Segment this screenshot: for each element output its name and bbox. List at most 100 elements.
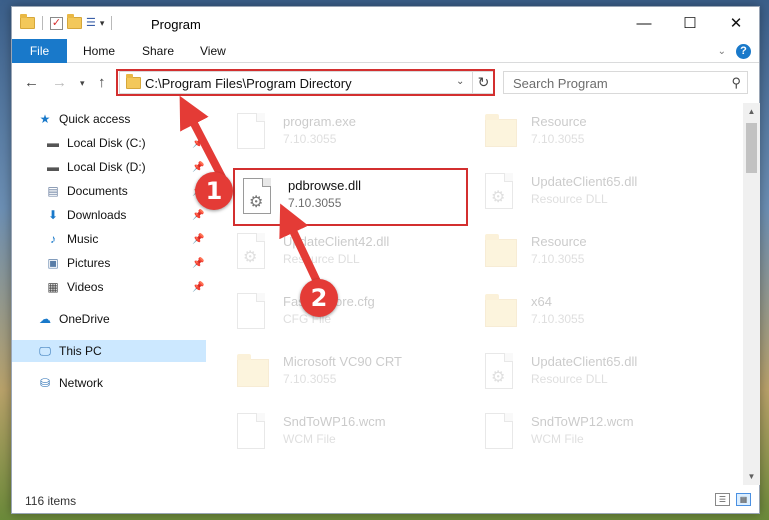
- folder-icon: [237, 353, 271, 393]
- file-name: UpdateClient65.dll: [531, 354, 638, 369]
- focused-file-highlight: ⚙ pdbrowse.dll 7.10.3055: [233, 168, 468, 226]
- nav-item-network[interactable]: ⛁ Network: [12, 372, 206, 394]
- file-name: SndToWP16.wcm: [283, 414, 386, 429]
- music-icon: ♪: [50, 232, 56, 246]
- nav-item-local-disk-d[interactable]: ▬ Local Disk (D:) 📌: [12, 156, 206, 178]
- file-detail: 7.10.3055: [288, 196, 342, 210]
- file-item[interactable]: FastRestore.cfg CFG File: [229, 285, 449, 341]
- pin-icon[interactable]: 📌: [192, 162, 204, 173]
- tab-file[interactable]: File: [12, 39, 67, 63]
- file-item[interactable]: x64 7.10.3055: [477, 285, 697, 341]
- expand-ribbon-icon[interactable]: ⌄: [718, 46, 726, 57]
- file-icon: [237, 413, 271, 453]
- pictures-icon: ▣: [47, 256, 59, 270]
- file-item[interactable]: SndToWP16.wcm WCM File: [229, 405, 449, 461]
- nav-item-documents[interactable]: ▤ Documents 📌: [12, 180, 206, 202]
- nav-item-music[interactable]: ♪ Music 📌: [12, 228, 206, 250]
- folder-icon: [20, 14, 35, 29]
- scrollbar-thumb[interactable]: [746, 123, 757, 173]
- file-name: SndToWP12.wcm: [531, 414, 634, 429]
- file-detail: 7.10.3055: [531, 252, 585, 266]
- nav-label: Videos: [67, 280, 104, 294]
- nav-quick-access[interactable]: ★ Quick access: [12, 108, 206, 130]
- nav-item-downloads[interactable]: ⬇ Downloads 📌: [12, 204, 206, 226]
- window-controls: — ☐ ✕: [621, 7, 759, 39]
- search-box[interactable]: Search Program ⚲: [503, 71, 748, 94]
- dll-icon: ⚙: [243, 178, 277, 218]
- file-item[interactable]: Resource 7.10.3055: [477, 105, 697, 161]
- address-highlight-box: [116, 69, 495, 96]
- pin-icon[interactable]: 📌: [192, 210, 204, 221]
- tab-view[interactable]: View: [200, 39, 226, 63]
- file-item[interactable]: Resource 7.10.3055: [477, 225, 697, 281]
- network-icon: ⛁: [39, 376, 51, 390]
- chevron-down-icon[interactable]: ▾: [100, 18, 105, 29]
- star-icon: ★: [39, 112, 51, 126]
- nav-item-local-disk-c[interactable]: ▬ Local Disk (C:) 📌: [12, 132, 206, 154]
- up-arrow-icon[interactable]: ↑: [98, 74, 106, 91]
- explorer-window: ✓ ☰ ▾ Program — ☐ ✕ File Home Share View…: [11, 6, 760, 514]
- folder-icon: [485, 233, 519, 273]
- nav-label: Quick access: [59, 112, 131, 126]
- forward-arrow-icon[interactable]: →: [52, 74, 67, 91]
- search-icon[interactable]: ⚲: [731, 75, 741, 91]
- tab-share[interactable]: Share: [142, 39, 174, 63]
- nav-item-this-pc[interactable]: 🖵 This PC: [12, 340, 206, 362]
- file-item[interactable]: program.exe 7.10.3055: [229, 105, 449, 161]
- pin-icon[interactable]: 📌: [192, 234, 204, 245]
- nav-label: Local Disk (D:): [67, 160, 146, 174]
- file-name: Resource: [531, 114, 587, 129]
- file-item[interactable]: SndToWP12.wcm WCM File: [477, 405, 697, 461]
- file-icon: [485, 413, 519, 453]
- file-item[interactable]: ⚙ UpdateClient65.dll Resource DLL: [477, 165, 697, 221]
- recent-locations-icon[interactable]: ▾: [80, 78, 85, 89]
- file-item-pdbrowse[interactable]: ⚙ pdbrowse.dll 7.10.3055: [235, 170, 455, 226]
- pin-icon[interactable]: 📌: [192, 138, 204, 149]
- step-1-marker: 1: [195, 172, 233, 210]
- nav-label: Local Disk (C:): [67, 136, 146, 150]
- folder-icon: [485, 293, 519, 333]
- back-arrow-icon[interactable]: ←: [24, 74, 39, 91]
- nav-item-onedrive[interactable]: ☁ OneDrive: [12, 308, 206, 330]
- file-detail: WCM File: [531, 432, 584, 446]
- vertical-scrollbar[interactable]: ▲ ▼: [743, 103, 760, 485]
- tab-home[interactable]: Home: [83, 39, 115, 63]
- properties-check-icon[interactable]: ✓: [50, 16, 63, 30]
- step-2-marker: 2: [300, 279, 338, 317]
- ribbon-right: ⌄ ?: [718, 44, 751, 59]
- new-folder-icon[interactable]: [67, 14, 82, 29]
- pin-icon[interactable]: 📌: [192, 258, 204, 269]
- scroll-up-icon[interactable]: ▲: [743, 103, 760, 120]
- file-item[interactable]: ⚙ UpdateClient65.dll Resource DLL: [477, 345, 697, 401]
- nav-item-videos[interactable]: ▦ Videos 📌: [12, 276, 206, 298]
- help-button[interactable]: ?: [736, 44, 751, 59]
- nav-label: Downloads: [67, 208, 127, 222]
- minimize-button[interactable]: —: [621, 7, 667, 39]
- drive-icon: ▬: [47, 136, 59, 150]
- details-view-icon[interactable]: ☰: [715, 493, 730, 506]
- pin-icon[interactable]: 📌: [192, 282, 204, 293]
- file-item[interactable]: Microsoft VC90 CRT 7.10.3055: [229, 345, 449, 401]
- ribbon-tabs: File Home Share View ⌄ ?: [12, 39, 759, 63]
- scroll-down-icon[interactable]: ▼: [743, 468, 760, 485]
- file-detail: Resource DLL: [531, 192, 608, 206]
- drive-icon: ▬: [47, 160, 59, 174]
- tiles-view-icon[interactable]: ▦: [736, 493, 751, 506]
- exe-icon: [237, 113, 271, 153]
- cloud-icon: ☁: [39, 312, 51, 326]
- status-bar: 116 items ☰ ▦: [12, 487, 759, 514]
- dll-icon: ⚙: [485, 353, 519, 393]
- dll-icon: ⚙: [237, 233, 271, 273]
- downloads-icon: ⬇: [47, 208, 59, 222]
- file-item[interactable]: ⚙ UpdateClient42.dll Resource DLL: [229, 225, 449, 281]
- file-detail: 7.10.3055: [283, 372, 337, 386]
- file-detail: Resource DLL: [531, 372, 608, 386]
- file-name: x64: [531, 294, 552, 309]
- close-button[interactable]: ✕: [713, 7, 759, 39]
- navigation-bar: ← → ▾ ↑ C:\Program Files\Program Directo…: [12, 65, 759, 101]
- file-detail: 7.10.3055: [531, 312, 585, 326]
- customize-toolbar-icon[interactable]: ☰: [86, 17, 96, 29]
- nav-item-pictures[interactable]: ▣ Pictures 📌: [12, 252, 206, 274]
- nav-label: Music: [67, 232, 99, 246]
- maximize-button[interactable]: ☐: [667, 7, 713, 39]
